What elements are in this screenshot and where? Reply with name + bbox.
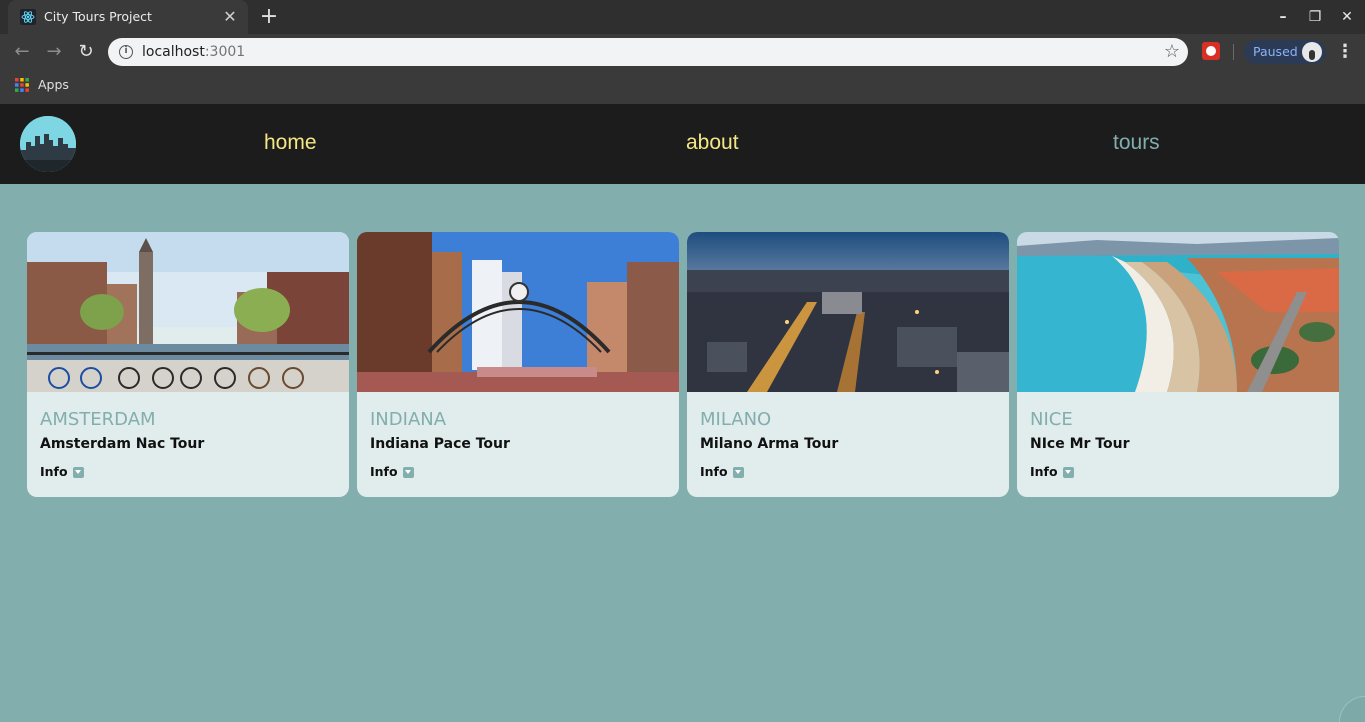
url-host: localhost [142,44,205,60]
minimize-icon[interactable]: – [1274,8,1292,26]
tour-image-indiana[interactable] [357,232,679,392]
bookmark-star-icon[interactable]: ☆ [1164,41,1180,63]
url-port: :3001 [204,44,246,60]
browser-toolbar: ← → ↻ i localhost:3001 ☆ Paused ⋮ [0,34,1365,70]
tab-title: City Tours Project [44,9,152,24]
browser-chrome: City Tours Project ✕ + – ❐ ✕ ← → ↻ i loc… [0,0,1365,104]
react-icon [20,9,36,25]
tour-image-nice[interactable] [1017,232,1339,392]
tour-card-nice: NICE NIce Mr Tour Info [1017,232,1339,497]
tab-strip: City Tours Project ✕ + – ❐ ✕ [0,0,1365,34]
tour-image-milano[interactable] [687,232,1009,392]
tour-info-toggle[interactable]: Info [1030,464,1058,479]
bookmark-apps[interactable]: Apps [38,77,69,92]
tour-city: AMSTERDAM [40,409,156,430]
tour-card-milano: MILANO Milano Arma Tour Info [687,232,1009,497]
caret-down-icon[interactable] [73,467,84,478]
info-icon[interactable]: i [119,45,133,59]
navbar: home about tours [0,104,1365,184]
nav-about[interactable]: about [686,131,739,155]
tour-name: Indiana Pace Tour [370,436,510,452]
tour-city: MILANO [700,409,772,430]
tour-name: Amsterdam Nac Tour [40,436,205,452]
avatar [1302,42,1322,62]
floating-action-button[interactable] [1339,696,1365,722]
nav-home[interactable]: home [264,131,317,155]
tour-city: NICE [1030,409,1073,430]
tour-card-amsterdam: AMSTERDAM Amsterdam Nac Tour Info [27,232,349,497]
tour-image-amsterdam[interactable] [27,232,349,392]
tour-card-indiana: INDIANA Indiana Pace Tour Info [357,232,679,497]
tour-info-toggle[interactable]: Info [370,464,398,479]
nav-tours[interactable]: tours [1113,131,1160,155]
close-tab-icon[interactable]: ✕ [222,9,238,25]
tour-info-toggle[interactable]: Info [40,464,68,479]
profile-status: Paused [1253,44,1298,59]
new-tab-button[interactable]: + [258,6,280,29]
menu-icon[interactable]: ⋮ [1336,41,1354,63]
restore-icon[interactable]: ❐ [1306,8,1324,26]
caret-down-icon[interactable] [733,467,744,478]
caret-down-icon[interactable] [1063,467,1074,478]
url-text: localhost:3001 [142,44,245,60]
forward-icon[interactable]: → [43,41,65,63]
city-logo-icon[interactable] [20,116,76,172]
close-window-icon[interactable]: ✕ [1338,8,1356,26]
bookmarks-bar: Apps [0,70,1365,102]
tour-city: INDIANA [370,409,447,430]
profile-button[interactable]: Paused [1244,40,1326,64]
tour-name: NIce Mr Tour [1030,436,1130,452]
apps-grid-icon[interactable] [15,78,29,92]
address-bar[interactable]: i localhost:3001 ☆ [108,38,1188,66]
caret-down-icon[interactable] [403,467,414,478]
browser-tab[interactable]: City Tours Project ✕ [8,0,248,34]
reload-icon[interactable]: ↻ [75,41,97,63]
tour-name: Milano Arma Tour [700,436,839,452]
toolbar-divider [1233,44,1234,60]
back-icon[interactable]: ← [11,41,33,63]
extension-icon[interactable] [1202,42,1220,60]
tour-info-toggle[interactable]: Info [700,464,728,479]
